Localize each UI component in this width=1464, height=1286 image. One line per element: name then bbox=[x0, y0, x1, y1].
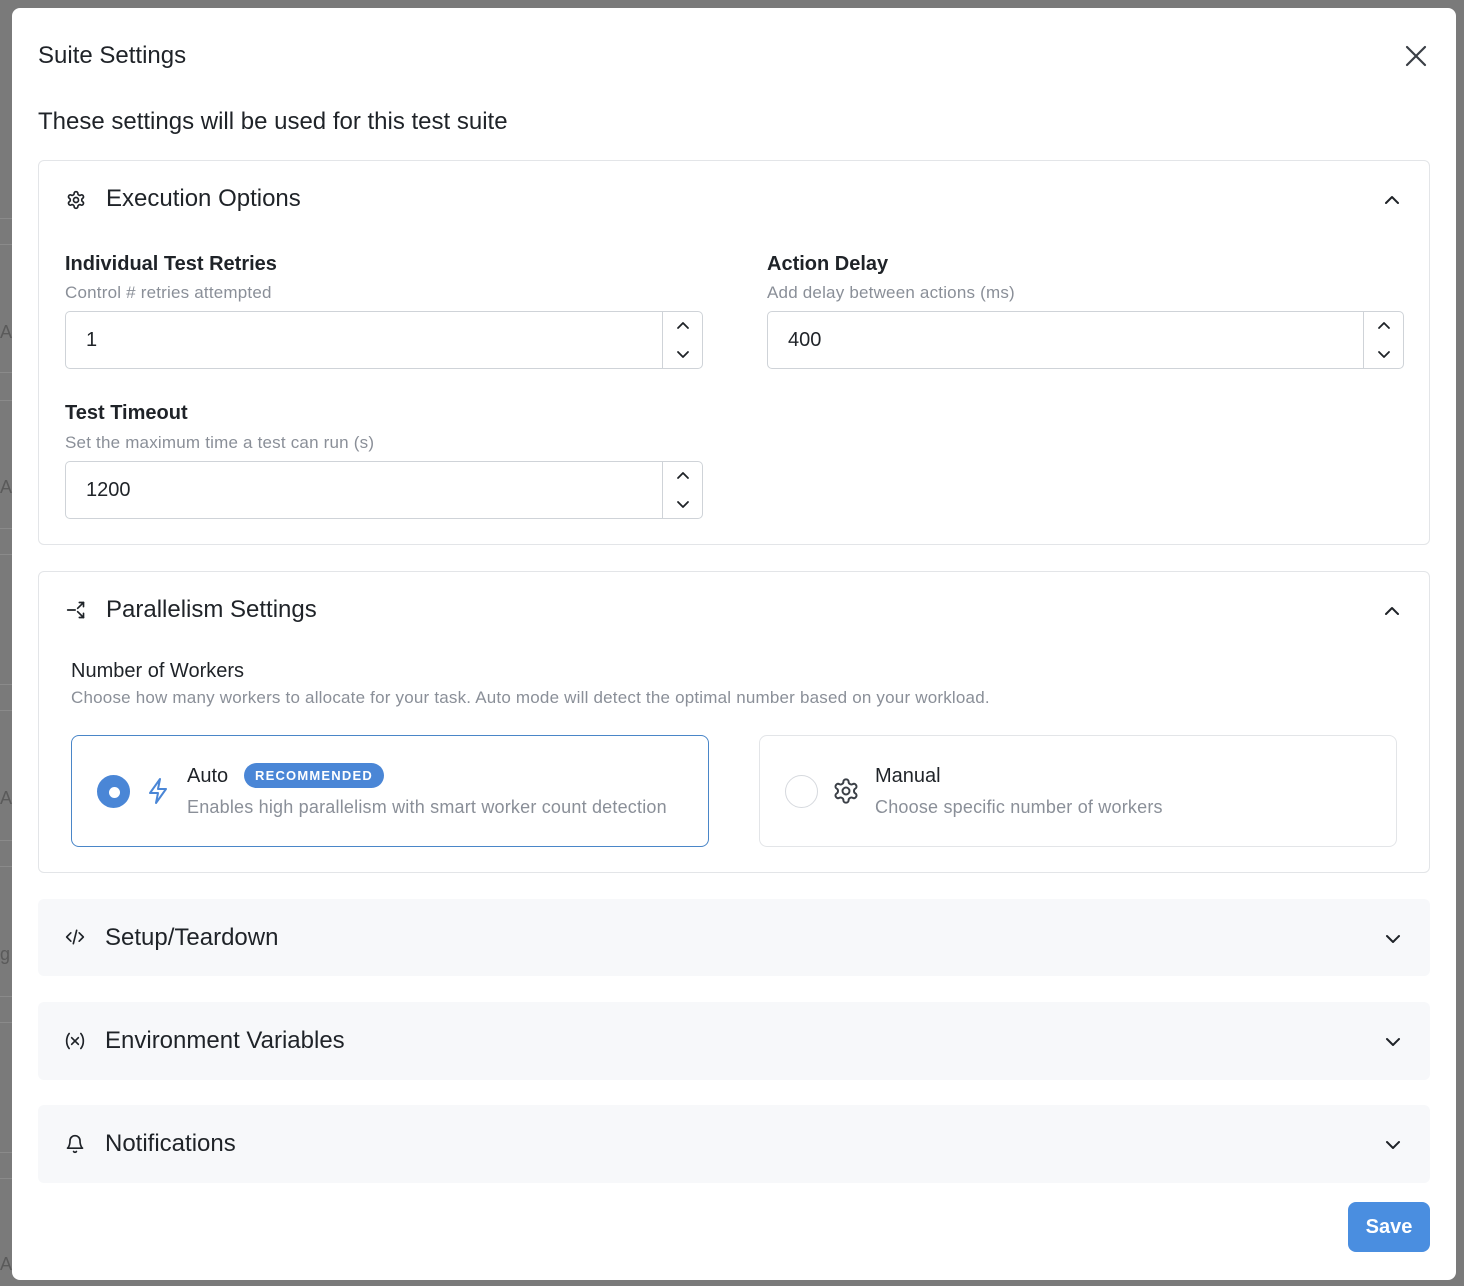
retries-label: Individual Test Retries bbox=[65, 253, 277, 275]
parallelism-settings-title: Parallelism Settings bbox=[106, 596, 317, 623]
chevron-down-icon[interactable] bbox=[1382, 928, 1404, 950]
increment-button[interactable] bbox=[663, 462, 702, 490]
action-delay-stepper bbox=[1363, 312, 1403, 368]
code-icon bbox=[64, 926, 86, 948]
test-timeout-input[interactable]: 1200 bbox=[65, 461, 703, 519]
close-button[interactable] bbox=[1402, 42, 1430, 70]
chevron-down-icon bbox=[1377, 351, 1390, 358]
test-timeout-stepper bbox=[662, 462, 702, 518]
action-delay-input[interactable]: 400 bbox=[767, 311, 1404, 369]
setup-teardown-title: Setup/Teardown bbox=[105, 924, 279, 951]
background-divider bbox=[0, 218, 12, 219]
action-delay-help: Add delay between actions (ms) bbox=[767, 283, 1015, 302]
lightning-icon bbox=[144, 777, 172, 805]
manual-option-card[interactable]: Manual Choose specific number of workers bbox=[759, 735, 1397, 847]
background-divider bbox=[0, 1022, 12, 1023]
close-icon bbox=[1405, 45, 1427, 67]
chevron-up-icon bbox=[1377, 322, 1390, 329]
chevron-down-icon[interactable] bbox=[1382, 1031, 1404, 1053]
background-divider bbox=[0, 684, 12, 685]
chevron-up-icon bbox=[676, 322, 689, 329]
retries-stepper bbox=[662, 312, 702, 368]
environment-variables-section[interactable]: Environment Variables bbox=[38, 1002, 1430, 1080]
background-divider bbox=[0, 866, 12, 867]
decrement-button[interactable] bbox=[1364, 340, 1403, 368]
background-text: g bbox=[0, 944, 11, 964]
gear-icon bbox=[832, 777, 860, 805]
background-text: A bbox=[0, 477, 12, 497]
parallelism-settings-header[interactable]: Parallelism Settings bbox=[39, 572, 1429, 650]
increment-button[interactable] bbox=[1364, 312, 1403, 340]
action-delay-label: Action Delay bbox=[767, 253, 889, 275]
action-delay-value: 400 bbox=[788, 329, 822, 351]
notifications-section[interactable]: Notifications bbox=[38, 1105, 1430, 1183]
background-divider bbox=[0, 840, 12, 841]
workers-help: Choose how many workers to allocate for … bbox=[71, 688, 990, 707]
chevron-up-icon[interactable] bbox=[1381, 600, 1403, 622]
chevron-down-icon[interactable] bbox=[1382, 1134, 1404, 1156]
notifications-title: Notifications bbox=[105, 1130, 236, 1157]
auto-option-card[interactable]: Auto RECOMMENDED Enables high parallelis… bbox=[71, 735, 709, 847]
manual-option-desc: Choose specific number of workers bbox=[875, 797, 1163, 817]
chevron-down-icon bbox=[676, 501, 689, 508]
suite-settings-dialog: Suite Settings These settings will be us… bbox=[12, 8, 1456, 1280]
background-divider bbox=[0, 1152, 12, 1153]
retries-value: 1 bbox=[86, 329, 98, 351]
background-text: A bbox=[0, 788, 12, 808]
auto-option-title: Auto bbox=[187, 765, 229, 787]
background-text: A bbox=[0, 1254, 12, 1274]
chevron-down-icon bbox=[676, 351, 689, 358]
chevron-up-icon bbox=[676, 472, 689, 479]
background-divider bbox=[0, 1178, 12, 1179]
split-arrow-icon bbox=[65, 599, 87, 621]
setup-teardown-section[interactable]: Setup/Teardown bbox=[38, 899, 1430, 976]
background-divider bbox=[0, 528, 12, 529]
background-divider bbox=[0, 996, 12, 997]
increment-button[interactable] bbox=[663, 312, 702, 340]
retries-help: Control # retries attempted bbox=[65, 283, 272, 302]
background-divider bbox=[0, 710, 12, 711]
dialog-subtitle: These settings will be used for this tes… bbox=[38, 108, 508, 135]
manual-option-title: Manual bbox=[875, 765, 941, 787]
auto-option-desc: Enables high parallelism with smart work… bbox=[187, 797, 667, 817]
parallelism-settings-section: Parallelism Settings Number of Workers C… bbox=[38, 571, 1430, 873]
manual-radio[interactable] bbox=[785, 775, 818, 808]
execution-options-header[interactable]: Execution Options bbox=[39, 161, 1429, 239]
execution-options-title: Execution Options bbox=[106, 185, 301, 212]
background-divider bbox=[0, 372, 12, 373]
auto-radio[interactable] bbox=[97, 775, 130, 808]
dialog-title: Suite Settings bbox=[38, 42, 187, 69]
background-divider bbox=[0, 244, 12, 245]
save-button[interactable]: Save bbox=[1348, 1202, 1430, 1252]
background-text: A bbox=[0, 322, 12, 342]
test-timeout-value: 1200 bbox=[86, 479, 131, 501]
decrement-button[interactable] bbox=[663, 340, 702, 368]
environment-variables-title: Environment Variables bbox=[105, 1027, 345, 1054]
recommended-badge: RECOMMENDED bbox=[244, 763, 384, 788]
test-timeout-label: Test Timeout bbox=[65, 402, 188, 424]
background-divider bbox=[0, 554, 12, 555]
decrement-button[interactable] bbox=[663, 490, 702, 518]
background-divider bbox=[0, 400, 12, 401]
test-timeout-help: Set the maximum time a test can run (s) bbox=[65, 433, 375, 452]
bell-icon bbox=[64, 1133, 86, 1155]
execution-options-section: Execution Options Individual Test Retrie… bbox=[38, 160, 1430, 545]
chevron-up-icon[interactable] bbox=[1381, 189, 1403, 211]
variable-icon bbox=[64, 1030, 86, 1052]
gear-icon bbox=[65, 189, 87, 211]
workers-label: Number of Workers bbox=[71, 660, 245, 682]
retries-input[interactable]: 1 bbox=[65, 311, 703, 369]
